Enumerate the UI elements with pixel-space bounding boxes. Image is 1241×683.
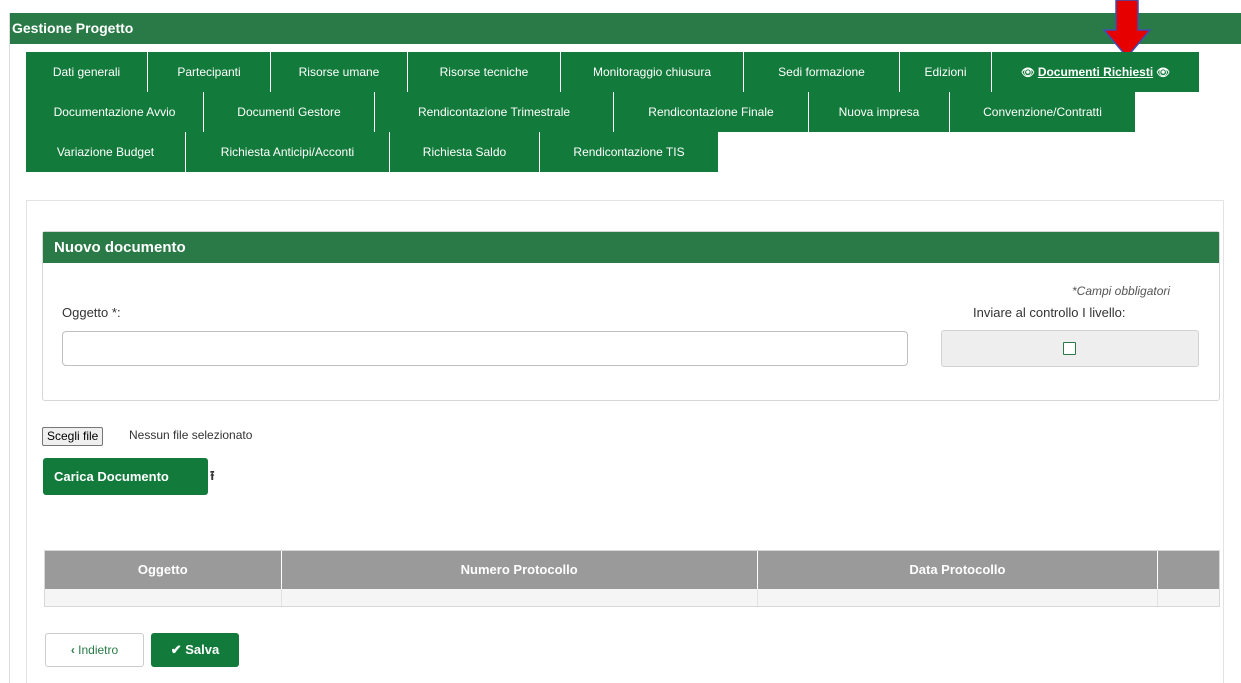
page-title: Gestione Progetto	[10, 13, 1241, 44]
tab-convenzione-contratti[interactable]: Convenzione/Contratti	[950, 92, 1136, 132]
red-arrow-annotation	[1102, 0, 1152, 59]
tab-rendicontazione-finale[interactable]: Rendicontazione Finale	[614, 92, 809, 132]
send-control-label: Inviare al controllo I livello:	[973, 305, 1126, 320]
tab-documenti-gestore[interactable]: Documenti Gestore	[204, 92, 375, 132]
tab-richiesta-saldo[interactable]: Richiesta Saldo	[390, 132, 540, 172]
tab-dati-generali[interactable]: Dati generali	[26, 52, 148, 92]
eye-icon: 👁	[1020, 67, 1035, 79]
table-cell	[1158, 589, 1219, 606]
tab-bar: Dati generali Partecipanti Risorse umane…	[26, 52, 1226, 202]
column-header-actions	[1158, 551, 1219, 589]
tab-sedi-formazione[interactable]: Sedi formazione	[744, 52, 900, 92]
tab-row-2: Documentazione Avvio Documenti Gestore R…	[26, 92, 1136, 132]
back-button-label: Indietro	[78, 643, 119, 657]
column-header-data-protocollo: Data Protocollo	[758, 551, 1159, 589]
table-cell	[758, 589, 1159, 606]
column-header-numero-protocollo: Numero Protocollo	[282, 551, 758, 589]
panel-title: Nuovo documento	[43, 232, 1219, 263]
save-button[interactable]: ✔ Salva	[151, 633, 239, 667]
oggetto-label-suffix: :	[116, 305, 121, 320]
back-button[interactable]: ‹ Indietro	[45, 633, 144, 667]
required-note-text: Campi obbligatori	[1076, 284, 1171, 298]
oggetto-input[interactable]	[62, 331, 908, 366]
tab-documenti-richiesti-label: Documenti Richiesti	[1037, 65, 1154, 79]
send-control-container	[941, 330, 1199, 367]
documents-table: Oggetto Numero Protocollo Data Protocoll…	[44, 550, 1220, 607]
oggetto-label: Oggetto *:	[62, 305, 121, 320]
upload-document-button[interactable]: Carica Documento	[43, 458, 208, 495]
column-header-oggetto: Oggetto	[45, 551, 282, 589]
tab-rendicontazione-tis[interactable]: Rendicontazione TIS	[540, 132, 719, 172]
check-icon: ✔	[170, 642, 182, 657]
tab-risorse-tecniche[interactable]: Risorse tecniche	[408, 52, 561, 92]
eye-icon: 👁	[1156, 67, 1171, 79]
table-header: Oggetto Numero Protocollo Data Protocoll…	[45, 551, 1219, 589]
tab-partecipanti[interactable]: Partecipanti	[148, 52, 271, 92]
save-button-label: Salva	[185, 642, 220, 657]
tab-risorse-umane[interactable]: Risorse umane	[271, 52, 408, 92]
chevron-left-icon: ‹	[70, 643, 75, 657]
tab-richiesta-anticipi-acconti[interactable]: Richiesta Anticipi/Acconti	[186, 132, 390, 172]
required-note: *Campi obbligatori	[1072, 284, 1170, 298]
file-status: Nessun file selezionato	[129, 428, 253, 442]
tab-documentazione-avvio[interactable]: Documentazione Avvio	[26, 92, 204, 132]
tab-variazione-budget[interactable]: Variazione Budget	[26, 132, 186, 172]
tab-rendicontazione-trimestrale[interactable]: Rendicontazione Trimestrale	[375, 92, 614, 132]
table-row	[45, 589, 1219, 606]
table-cell	[45, 589, 282, 606]
choose-file-button[interactable]: Scegli file	[42, 427, 104, 446]
tab-documenti-richiesti[interactable]: 👁 Documenti Richiesti 👁	[992, 52, 1200, 92]
tab-monitoraggio-chiusura[interactable]: Monitoraggio chiusura	[561, 52, 744, 92]
tab-edizioni[interactable]: Edizioni	[900, 52, 992, 92]
upload-icon: ⭱	[210, 468, 215, 483]
tab-row-1: Dati generali Partecipanti Risorse umane…	[26, 52, 1200, 92]
tab-row-3: Variazione Budget Richiesta Anticipi/Acc…	[26, 132, 719, 172]
tab-nuova-impresa[interactable]: Nuova impresa	[809, 92, 950, 132]
send-control-checkbox[interactable]	[1063, 342, 1076, 355]
oggetto-label-text: Oggetto	[62, 305, 112, 320]
table-cell	[282, 589, 758, 606]
